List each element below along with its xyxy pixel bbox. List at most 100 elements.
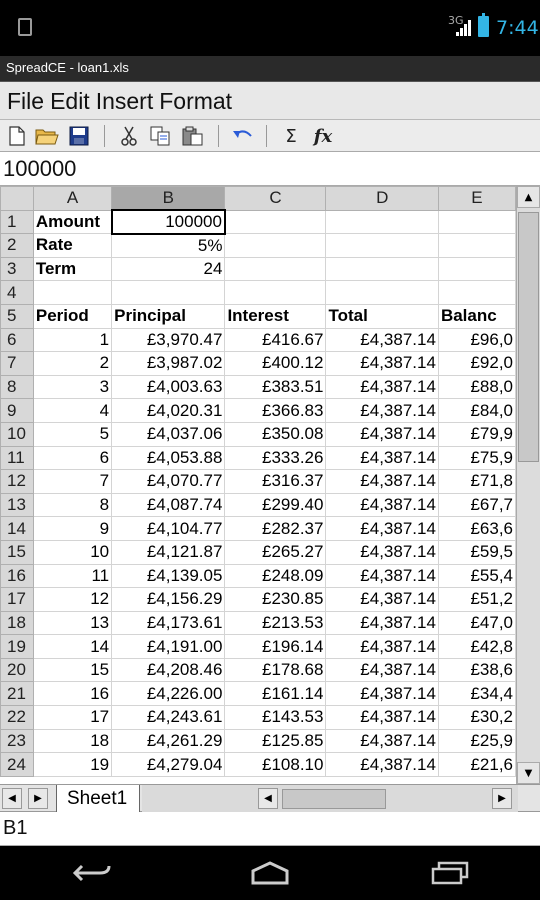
column-header-c[interactable]: C (224, 186, 327, 211)
cut-icon[interactable] (116, 123, 142, 149)
cell-d15[interactable]: £4,387.14 (325, 539, 439, 565)
cell-e6[interactable]: £96,0 (437, 327, 516, 353)
cell-e18[interactable]: £47,0 (437, 610, 516, 636)
cell-e5[interactable]: Balanc (437, 303, 516, 329)
sheet-tab[interactable]: Sheet1 (56, 785, 140, 812)
cell-c20[interactable]: £178.68 (224, 657, 327, 683)
cell-d7[interactable]: £4,387.14 (325, 351, 439, 376)
tab-scroll-right-icon[interactable]: ▶ (28, 788, 48, 809)
cell-b7[interactable]: £3,987.02 (111, 351, 226, 376)
cell-b1[interactable]: 100000 (110, 209, 226, 235)
cell-c11[interactable]: £333.26 (224, 445, 327, 471)
cell-c4[interactable] (224, 280, 327, 305)
cell-d22[interactable]: £4,387.14 (325, 705, 439, 730)
cell-a1[interactable]: Amount (32, 209, 113, 235)
cell-e3[interactable] (437, 256, 516, 282)
cell-e9[interactable]: £84,0 (437, 398, 516, 423)
formula-bar[interactable]: 100000 (0, 152, 540, 186)
cell-d14[interactable]: £4,387.14 (325, 516, 439, 541)
cell-a13[interactable]: 8 (32, 492, 113, 518)
cell-e2[interactable] (437, 233, 516, 258)
cell-c23[interactable]: £125.85 (224, 728, 327, 754)
cell-a3[interactable]: Term (32, 256, 113, 282)
cell-c18[interactable]: £213.53 (224, 610, 327, 636)
cell-b16[interactable]: £4,139.05 (111, 563, 226, 589)
row-header[interactable]: 5 (0, 303, 34, 329)
cell-e13[interactable]: £67,7 (437, 492, 516, 518)
row-header[interactable]: 19 (0, 634, 34, 659)
cell-d5[interactable]: Total (325, 303, 439, 329)
column-header-d[interactable]: D (325, 186, 439, 211)
cell-c5[interactable]: Interest (224, 303, 327, 329)
cell-d3[interactable] (325, 256, 439, 282)
cell-c1[interactable] (224, 209, 327, 235)
row-header[interactable]: 20 (0, 657, 34, 683)
row-header[interactable]: 1 (0, 209, 34, 235)
cell-b8[interactable]: £4,003.63 (111, 374, 226, 400)
cell-e11[interactable]: £75,9 (437, 445, 516, 471)
paste-icon[interactable] (180, 123, 206, 149)
cell-c22[interactable]: £143.53 (224, 705, 327, 730)
cell-b15[interactable]: £4,121.87 (111, 539, 226, 565)
cell-c21[interactable]: £161.14 (224, 681, 327, 707)
cell-reference-bar[interactable]: B1 (0, 812, 540, 846)
cell-c14[interactable]: £282.37 (224, 516, 327, 541)
cell-e15[interactable]: £59,5 (437, 539, 516, 565)
row-header[interactable]: 13 (0, 492, 34, 518)
hscroll-left-icon[interactable]: ◀ (258, 788, 278, 809)
row-header[interactable]: 6 (0, 327, 34, 353)
cell-b24[interactable]: £4,279.04 (111, 752, 226, 777)
cell-e12[interactable]: £71,8 (437, 469, 516, 494)
cell-a10[interactable]: 5 (32, 421, 113, 447)
cell-c6[interactable]: £416.67 (224, 327, 327, 353)
home-icon[interactable] (240, 858, 300, 888)
recent-apps-icon[interactable] (420, 858, 480, 888)
cell-d4[interactable] (325, 280, 439, 305)
cell-a16[interactable]: 11 (32, 563, 113, 589)
cell-d1[interactable] (325, 209, 439, 235)
cell-b5[interactable]: Principal (111, 303, 226, 329)
cell-e24[interactable]: £21,6 (437, 752, 516, 777)
cell-e19[interactable]: £42,8 (437, 634, 516, 659)
cell-d13[interactable]: £4,387.14 (325, 492, 439, 518)
cell-a17[interactable]: 12 (32, 587, 113, 612)
row-header[interactable]: 15 (0, 539, 34, 565)
row-header[interactable]: 24 (0, 752, 34, 777)
cell-c13[interactable]: £299.40 (224, 492, 327, 518)
cell-d2[interactable] (325, 233, 439, 258)
cell-e1[interactable] (437, 209, 516, 235)
menu-file[interactable]: File (7, 82, 44, 115)
column-header-e[interactable]: E (437, 186, 516, 211)
cell-e4[interactable] (437, 280, 516, 305)
back-icon[interactable] (62, 858, 122, 888)
undo-icon[interactable] (230, 123, 256, 149)
cell-c12[interactable]: £316.37 (224, 469, 327, 494)
cell-d11[interactable]: £4,387.14 (325, 445, 439, 471)
cell-e17[interactable]: £51,2 (437, 587, 516, 612)
cell-e8[interactable]: £88,0 (437, 374, 516, 400)
row-header[interactable]: 23 (0, 728, 34, 754)
menu-edit[interactable]: Edit (50, 82, 90, 115)
cell-d12[interactable]: £4,387.14 (325, 469, 439, 494)
cell-e20[interactable]: £38,6 (437, 657, 516, 683)
row-header[interactable]: 4 (0, 280, 34, 305)
row-header[interactable]: 18 (0, 610, 34, 636)
cell-b6[interactable]: £3,970.47 (111, 327, 226, 353)
cell-c8[interactable]: £383.51 (224, 374, 327, 400)
cell-c10[interactable]: £350.08 (224, 421, 327, 447)
cell-a4[interactable] (32, 280, 113, 305)
cell-c15[interactable]: £265.27 (224, 539, 327, 565)
cell-a7[interactable]: 2 (32, 351, 113, 376)
open-folder-icon[interactable] (34, 123, 60, 149)
cell-b4[interactable] (111, 280, 226, 305)
cell-a15[interactable]: 10 (32, 539, 113, 565)
cell-e21[interactable]: £34,4 (437, 681, 516, 707)
cell-b23[interactable]: £4,261.29 (111, 728, 226, 754)
cell-c2[interactable] (224, 233, 327, 258)
cell-d18[interactable]: £4,387.14 (325, 610, 439, 636)
menu-insert[interactable]: Insert (96, 82, 154, 115)
cell-a20[interactable]: 15 (32, 657, 113, 683)
cell-b21[interactable]: £4,226.00 (111, 681, 226, 707)
cell-d9[interactable]: £4,387.14 (325, 398, 439, 423)
row-header[interactable]: 12 (0, 469, 34, 494)
